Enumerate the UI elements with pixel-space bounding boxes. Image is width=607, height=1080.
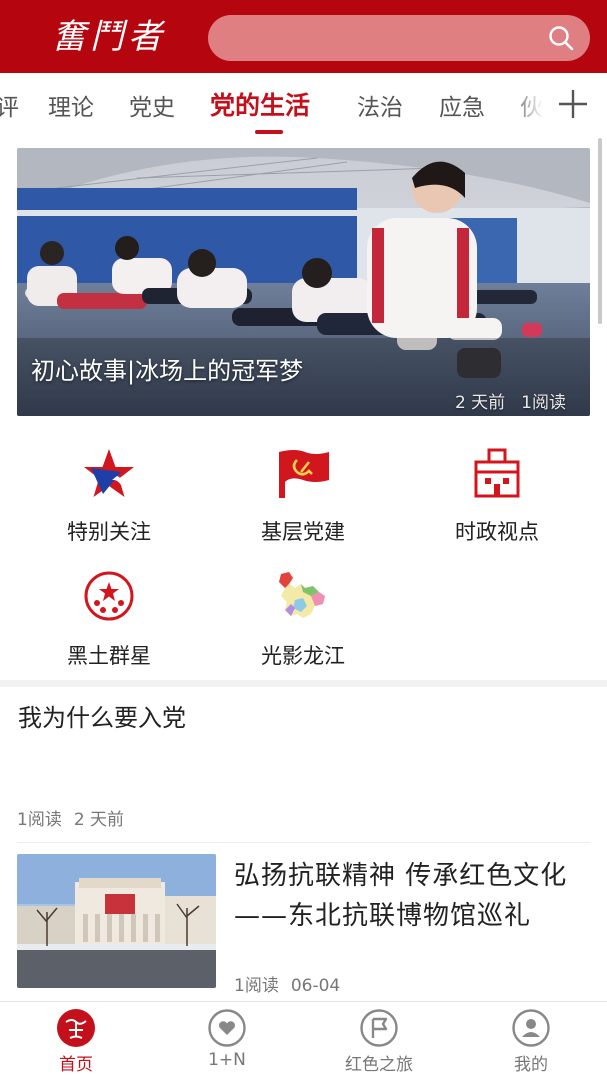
search-bar[interactable] xyxy=(208,15,590,61)
home-logo-icon xyxy=(57,1009,95,1047)
tab-fade xyxy=(510,73,558,135)
nav-label: 我的 xyxy=(514,1055,548,1075)
grid-label: 基层党建 xyxy=(261,520,345,544)
app-header: 奮鬥者 xyxy=(0,0,607,73)
heilongjiang-map-icon xyxy=(279,572,325,618)
banner-title[interactable]: 初心故事|冰场上的冠军梦 xyxy=(31,351,303,386)
nav-1-plus-n[interactable]: 1+N xyxy=(167,1008,287,1076)
building-icon xyxy=(474,448,520,498)
article-reads: 1阅读 xyxy=(17,810,62,830)
flag-icon xyxy=(360,1009,398,1047)
grid-label: 时政视点 xyxy=(455,520,539,544)
article-title[interactable]: 弘扬抗联精神 传承红色文化——东北抗联博物馆巡礼 xyxy=(234,856,594,936)
tab-rule-of-law[interactable]: 法治 xyxy=(357,88,403,122)
nav-red-tour[interactable]: 红色之旅 xyxy=(319,1008,439,1076)
grid-item-black-soil-stars[interactable]: 黑土群星 xyxy=(29,570,189,680)
nav-label: 1+N xyxy=(208,1050,246,1070)
user-icon xyxy=(512,1009,550,1047)
tab-ping[interactable]: 评 xyxy=(0,88,19,122)
article-reads: 1阅读 xyxy=(234,976,279,996)
heart-icon xyxy=(208,1009,246,1047)
banner-reads: 1阅读 xyxy=(521,393,566,413)
grid-label: 特别关注 xyxy=(67,520,151,544)
app-logo[interactable]: 奮鬥者 xyxy=(52,14,172,60)
grid-item-light-shadow-longjiang[interactable]: 光影龙江 xyxy=(223,570,383,680)
nav-mine[interactable]: 我的 xyxy=(471,1008,591,1076)
article-time: 2 天前 xyxy=(73,810,125,830)
banner-time: 2 天前 xyxy=(454,393,506,413)
section-divider xyxy=(0,680,607,687)
article-title[interactable]: 我为什么要入党 xyxy=(18,698,186,733)
article-time: 06-04 xyxy=(290,976,341,996)
channel-tabs: 评 理论 党史 党的生活 法治 应急 伙 xyxy=(0,73,607,135)
article-meta: 1阅读 2 天前 xyxy=(17,805,124,830)
featured-banner[interactable]: 初心故事|冰场上的冠军梦 2 天前 1阅读 xyxy=(17,148,590,416)
nav-home[interactable]: 首页 xyxy=(16,1008,136,1076)
tab-party-life[interactable]: 党的生活 xyxy=(210,86,310,122)
grid-label: 光影龙江 xyxy=(261,644,345,668)
party-flag-icon xyxy=(279,450,329,498)
article-thumbnail[interactable] xyxy=(17,854,216,988)
article-separator xyxy=(17,842,590,843)
museum-photo xyxy=(17,854,216,988)
grid-item-special-focus[interactable]: 特别关注 xyxy=(29,446,189,556)
nav-label: 红色之旅 xyxy=(345,1055,413,1075)
article-meta: 1阅读 06-04 xyxy=(234,971,340,996)
tab-party-history[interactable]: 党史 xyxy=(129,88,175,122)
grid-item-grassroots-party[interactable]: 基层党建 xyxy=(223,446,383,556)
grid-item-current-affairs[interactable]: 时政视点 xyxy=(417,446,577,556)
tab-emergency[interactable]: 应急 xyxy=(439,88,485,122)
banner-meta: 2 天前 1阅读 xyxy=(439,388,566,413)
active-tab-indicator xyxy=(255,130,283,134)
search-icon[interactable] xyxy=(548,25,574,51)
add-channel-icon[interactable] xyxy=(556,87,590,121)
star-icon xyxy=(84,449,134,497)
scrollbar[interactable] xyxy=(598,138,602,324)
tab-theory[interactable]: 理论 xyxy=(48,88,94,122)
grid-label: 黑土群星 xyxy=(67,644,151,668)
stars-circle-icon xyxy=(84,571,134,621)
nav-label: 首页 xyxy=(59,1055,93,1075)
bottom-nav: 首页 1+N 红色之旅 我的 xyxy=(0,1001,607,1080)
